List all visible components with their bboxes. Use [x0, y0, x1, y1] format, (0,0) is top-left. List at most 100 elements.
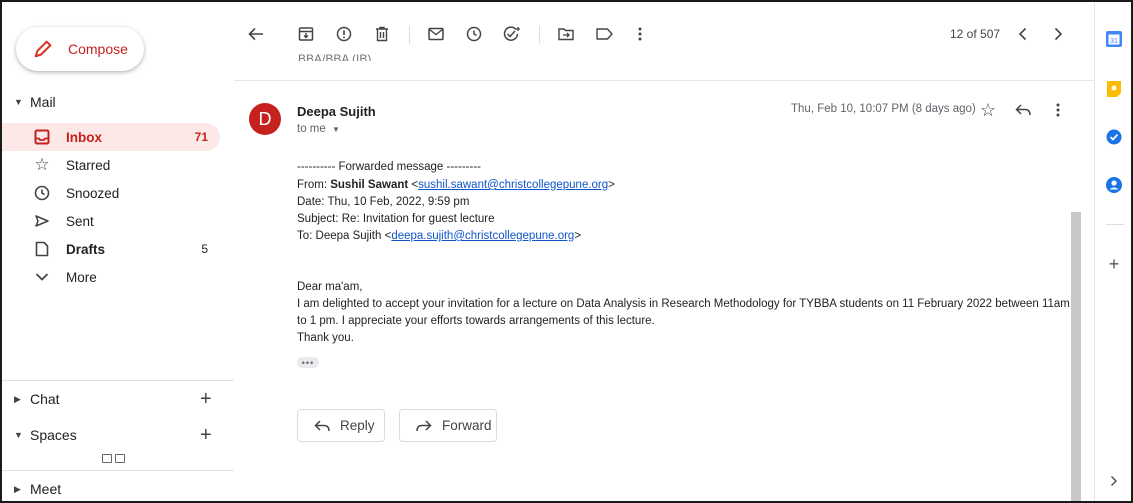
pencil-icon [34, 40, 52, 58]
divider [2, 470, 234, 471]
keep-icon[interactable] [1103, 78, 1125, 100]
to-email-link[interactable]: deepa.sujith@christcollegepune.org [391, 230, 574, 242]
sidebar-item-label: Snoozed [66, 185, 120, 201]
sidebar-item-sent[interactable]: Sent [2, 207, 220, 235]
compose-label: Compose [68, 41, 128, 57]
new-space-plus-icon[interactable]: + [200, 425, 212, 445]
caret-down-icon: ▼ [14, 430, 23, 440]
delete-icon[interactable] [372, 24, 392, 44]
prev-icon[interactable] [1013, 24, 1033, 44]
chevron-down-icon [32, 267, 52, 287]
sidebar-item-more[interactable]: More [2, 263, 220, 291]
divider [1106, 224, 1124, 225]
toolbar-divider [409, 26, 410, 44]
chat-section-toggle[interactable]: ▶ Chat [2, 391, 60, 407]
avatar[interactable]: D [249, 103, 281, 135]
calendar-icon[interactable]: 31 [1103, 28, 1125, 50]
sidebar-item-starred[interactable]: ☆ Starred [2, 151, 220, 179]
spaces-icon [102, 454, 125, 463]
divider [234, 80, 1094, 81]
reply-label: Reply [340, 418, 375, 433]
closing: Thank you. [297, 332, 354, 344]
avatar-letter: D [258, 108, 272, 129]
sidebar-item-label: More [66, 269, 97, 285]
sidebar-item-inbox[interactable]: Inbox 71 [2, 123, 220, 151]
star-icon: ☆ [34, 155, 50, 174]
meet-section-label: Meet [30, 481, 62, 497]
inbox-icon [32, 127, 52, 147]
spaces-section-toggle[interactable]: ▼ Spaces [2, 427, 77, 443]
drafts-count: 5 [201, 242, 208, 256]
recipient-details-toggle[interactable]: to me ▼ [297, 123, 340, 135]
sidebar: Compose ▼ Mail Inbox 71 ☆ Starred Snooze… [2, 2, 234, 501]
star-icon[interactable]: ☆ [978, 100, 998, 120]
sidebar-item-label: Sent [66, 213, 94, 229]
add-task-icon[interactable] [502, 24, 522, 44]
message-date: Thu, Feb 10, 10:07 PM (8 days ago) [791, 103, 976, 115]
scrollbar[interactable] [1071, 212, 1081, 501]
reply-icon[interactable] [1013, 100, 1033, 120]
sidebar-item-label: Inbox [66, 129, 102, 145]
from-line: From: Sushil Sawant <sushil.sawant@chris… [297, 179, 615, 191]
forward-button[interactable]: Forward [399, 409, 497, 442]
reply-icon [314, 419, 330, 432]
gmail-window: Compose ▼ Mail Inbox 71 ☆ Starred Snooze… [0, 0, 1133, 503]
archive-icon[interactable] [296, 24, 316, 44]
new-chat-plus-icon[interactable]: + [200, 389, 212, 409]
mail-section-toggle[interactable]: ▼ Mail [2, 94, 56, 110]
more-vert-icon[interactable] [1048, 100, 1068, 120]
spaces-section-label: Spaces [30, 427, 77, 443]
to-label: To: Deepa Sujith [297, 230, 385, 242]
send-icon [32, 211, 52, 231]
reply-button[interactable]: Reply [297, 409, 385, 442]
from-name: Sushil Sawant [330, 179, 409, 191]
clock-icon [32, 183, 52, 203]
more-vert-icon[interactable] [630, 24, 650, 44]
divider [2, 380, 234, 381]
sidebar-item-snoozed[interactable]: Snoozed [2, 179, 220, 207]
greeting: Dear ma'am, [297, 281, 363, 293]
compose-button[interactable]: Compose [16, 27, 144, 71]
svg-text:31: 31 [1110, 38, 1118, 45]
unread-count: 71 [194, 130, 208, 144]
label-icon[interactable] [594, 24, 614, 44]
from-label: From: [297, 179, 331, 191]
subject-line: Subject: Re: Invitation for guest lectur… [297, 213, 495, 225]
previous-message-snippet: BBA/BBA (IB) [298, 52, 372, 61]
meet-section-toggle[interactable]: ▶ Meet [2, 481, 61, 497]
report-spam-icon[interactable] [334, 24, 354, 44]
chevron-right-icon[interactable] [1103, 470, 1125, 492]
draft-file-icon [32, 239, 52, 259]
tasks-icon[interactable] [1103, 126, 1125, 148]
move-to-icon[interactable] [556, 24, 576, 44]
message-toolbar: 12 of 507 BBA/BBA (IB) [234, 2, 1089, 64]
sidebar-item-label: Starred [66, 157, 111, 173]
sidebar-item-label: Drafts [66, 241, 106, 257]
to-line: To: Deepa Sujith <deepa.sujith@christcol… [297, 230, 582, 242]
body-line: to 1 pm. I appreciate your efforts towar… [297, 315, 655, 327]
chat-section-label: Chat [30, 391, 60, 407]
toolbar-divider [539, 26, 540, 44]
mark-unread-icon[interactable] [426, 24, 446, 44]
message-counter: 12 of 507 [950, 27, 1001, 41]
next-icon[interactable] [1048, 24, 1068, 44]
back-arrow-icon[interactable] [246, 24, 266, 44]
caret-down-icon: ▼ [331, 125, 340, 134]
mail-section-label: Mail [30, 94, 56, 110]
get-addons-plus-icon[interactable]: + [1103, 253, 1125, 275]
date-line: Date: Thu, 10 Feb, 2022, 9:59 pm [297, 196, 470, 208]
body-line: I am delighted to accept your invitation… [297, 298, 1070, 310]
snooze-icon[interactable] [464, 24, 484, 44]
show-trimmed-content-button[interactable]: ••• [297, 357, 319, 368]
forwarded-header: ---------- Forwarded message --------- [297, 161, 481, 173]
recipient-label: to me [297, 123, 326, 135]
caret-right-icon: ▶ [14, 393, 21, 404]
forward-label: Forward [442, 418, 492, 433]
caret-right-icon: ▶ [14, 483, 21, 494]
forward-icon [416, 419, 432, 432]
caret-down-icon: ▼ [14, 97, 23, 107]
from-email-link[interactable]: sushil.sawant@christcollegepune.org [418, 179, 608, 191]
sidebar-item-drafts[interactable]: Drafts 5 [2, 235, 220, 263]
contacts-icon[interactable] [1103, 174, 1125, 196]
sender-name[interactable]: Deepa Sujith [297, 104, 376, 119]
